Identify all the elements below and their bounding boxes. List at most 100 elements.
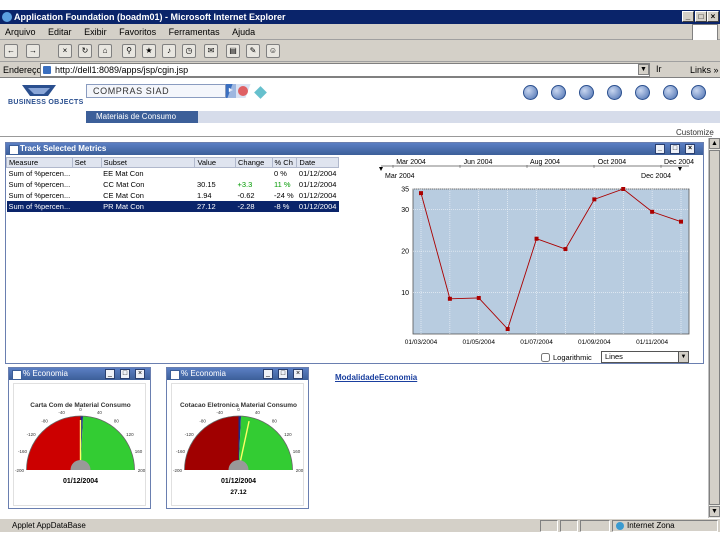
gauge-scale-label: 80 bbox=[114, 419, 120, 424]
analysis-icon[interactable] bbox=[551, 85, 566, 100]
help-icon[interactable] bbox=[663, 85, 678, 100]
cell-measure: Sum of %percen... bbox=[8, 190, 71, 200]
history-icon[interactable]: ◷ bbox=[182, 44, 196, 58]
chevron-down-icon[interactable]: ▼ bbox=[678, 352, 688, 362]
data-point bbox=[505, 327, 510, 332]
trend-chart-area: Mar 2004 Jun 2004 Aug 2004 Oct 2004 Dec 2004… bbox=[351, 157, 703, 363]
menu-exibir[interactable]: Exibir bbox=[79, 24, 112, 40]
col-subset[interactable]: Subset bbox=[100, 157, 196, 168]
print-icon[interactable]: ▤ bbox=[226, 44, 240, 58]
status-segment bbox=[580, 520, 610, 532]
x-tick-label: 01/09/2004 bbox=[578, 339, 611, 346]
maximize-panel-icon[interactable]: □ bbox=[120, 369, 130, 379]
menu-editar[interactable]: Editar bbox=[43, 24, 77, 40]
portal-icon[interactable] bbox=[635, 85, 650, 100]
address-input[interactable]: http://dell1:8089/apps/jsp/cgin.jsp bbox=[40, 63, 650, 77]
vertical-scrollbar[interactable]: ▲ ▼ bbox=[708, 138, 720, 518]
cell-pct: -8 % bbox=[272, 200, 297, 212]
y-tick-label: 35 bbox=[401, 187, 409, 194]
gauge-scale-label: 200 bbox=[138, 468, 146, 473]
favorites-icon[interactable]: ★ bbox=[142, 44, 156, 58]
panel-title-bar: % Economia _ □ × bbox=[9, 368, 150, 380]
mail-icon[interactable]: ✉ bbox=[204, 44, 218, 58]
edit-icon[interactable]: ✎ bbox=[246, 44, 260, 58]
go-button[interactable]: Ir bbox=[656, 64, 662, 74]
links-button[interactable]: Links » bbox=[690, 65, 719, 75]
menu-arquivo[interactable]: Arquivo bbox=[0, 24, 41, 40]
col-pct-change[interactable]: % Ch bbox=[271, 157, 298, 168]
maximize-button[interactable]: □ bbox=[695, 11, 707, 22]
stop-icon[interactable]: × bbox=[58, 44, 72, 58]
modalidade-economia-link[interactable]: ModalidadeEconomia bbox=[335, 373, 417, 382]
table-row[interactable]: Sum of %percen... EE Mat Con 0 % 01/12/2… bbox=[7, 168, 339, 179]
col-value[interactable]: Value bbox=[194, 157, 236, 168]
data-point bbox=[592, 197, 597, 202]
slider-month-label: Jun 2004 bbox=[464, 159, 493, 166]
media-icon[interactable]: ♪ bbox=[162, 44, 176, 58]
maximize-panel-icon[interactable]: □ bbox=[278, 369, 288, 379]
back-icon[interactable]: ← bbox=[4, 44, 18, 58]
table-row[interactable]: Sum of %percen... CE Mat Con 1.94 -0.62 … bbox=[7, 190, 339, 201]
table-row-selected[interactable]: Sum of %percen... PR Mat Con 27.12 -2.28… bbox=[6, 200, 339, 212]
metrics-icon[interactable] bbox=[523, 85, 538, 100]
menu-ajuda[interactable]: Ajuda bbox=[227, 24, 260, 40]
gauge-scale-label: 0 bbox=[237, 407, 240, 412]
security-zone: Internet Zona bbox=[612, 520, 718, 532]
close-button[interactable]: × bbox=[707, 11, 719, 22]
gauge-scale-label: 200 bbox=[296, 468, 304, 473]
universe-selector[interactable]: COMPRAS SIAD bbox=[86, 84, 226, 98]
scroll-up-icon[interactable]: ▲ bbox=[709, 138, 720, 149]
cell-subset: PR Mat Con bbox=[101, 200, 195, 212]
gauge-panel-2: % Economia _ □ × Cotacao Eletronica Mate… bbox=[166, 367, 309, 509]
forward-icon[interactable]: → bbox=[26, 44, 40, 58]
col-change[interactable]: Change bbox=[234, 157, 273, 168]
col-measure[interactable]: Measure bbox=[6, 157, 73, 168]
close-panel-icon[interactable]: × bbox=[135, 369, 145, 379]
data-point bbox=[476, 295, 481, 300]
minimize-button[interactable]: _ bbox=[682, 11, 694, 22]
data-point bbox=[621, 187, 626, 191]
data-point bbox=[447, 296, 452, 301]
power-icon[interactable] bbox=[579, 85, 594, 100]
tab-materiais-de-consumo[interactable]: Materiais de Consumo bbox=[86, 111, 198, 123]
minimize-panel-icon[interactable]: _ bbox=[263, 369, 273, 379]
gauge-scale-label: -160 bbox=[176, 449, 186, 454]
close-session-icon[interactable] bbox=[691, 85, 706, 100]
search-icon[interactable]: ⚲ bbox=[122, 44, 136, 58]
minimize-panel-icon[interactable]: _ bbox=[655, 144, 665, 154]
menu-bar: Arquivo Editar Exibir Favoritos Ferramen… bbox=[0, 24, 720, 40]
scroll-down-icon[interactable]: ▼ bbox=[709, 506, 720, 517]
menu-favoritos[interactable]: Favoritos bbox=[114, 24, 161, 40]
cell-pct: 11 % bbox=[274, 179, 291, 189]
data-point bbox=[534, 236, 539, 241]
gauge-date: 01/12/2004 bbox=[62, 478, 99, 485]
chart-type-value: Lines bbox=[605, 352, 623, 361]
col-date[interactable]: Date bbox=[296, 157, 339, 168]
menu-ferramentas[interactable]: Ferramentas bbox=[164, 24, 225, 40]
table-row[interactable]: Sum of %percen... CC Mat Con 30.15 +3.3 … bbox=[7, 179, 339, 190]
chevron-down-icon[interactable]: ▼ bbox=[638, 64, 649, 75]
refresh-icon[interactable]: ↻ bbox=[78, 44, 92, 58]
chart-type-select[interactable]: Lines ▼ bbox=[601, 351, 689, 363]
cell-set bbox=[72, 168, 101, 179]
gauge-scale-label: 40 bbox=[97, 410, 103, 415]
status-segment bbox=[560, 520, 578, 532]
document-icon[interactable] bbox=[607, 85, 622, 100]
range-end-handle bbox=[678, 167, 682, 171]
maximize-panel-icon[interactable]: □ bbox=[670, 144, 680, 154]
col-set[interactable]: Set bbox=[71, 157, 102, 168]
window-title: Application Foundation (boadm01) - Micro… bbox=[14, 12, 286, 22]
data-point bbox=[650, 209, 655, 214]
messenger-icon[interactable]: ☺ bbox=[266, 44, 280, 58]
panel-title-bar: Track Selected Metrics _ □ × bbox=[6, 143, 703, 155]
minimize-panel-icon[interactable]: _ bbox=[105, 369, 115, 379]
gauge-scale-label: -80 bbox=[199, 419, 206, 424]
home-icon[interactable]: ⌂ bbox=[98, 44, 112, 58]
slider-month-label: Dec 2004 bbox=[664, 159, 694, 166]
range-end-label: Dec 2004 bbox=[641, 173, 671, 180]
close-panel-icon[interactable]: × bbox=[293, 369, 303, 379]
scroll-thumb[interactable] bbox=[709, 150, 720, 505]
window-title-bar: Application Foundation (boadm01) - Micro… bbox=[0, 10, 720, 24]
close-panel-icon[interactable]: × bbox=[685, 144, 695, 154]
logarithmic-checkbox[interactable] bbox=[541, 353, 550, 362]
